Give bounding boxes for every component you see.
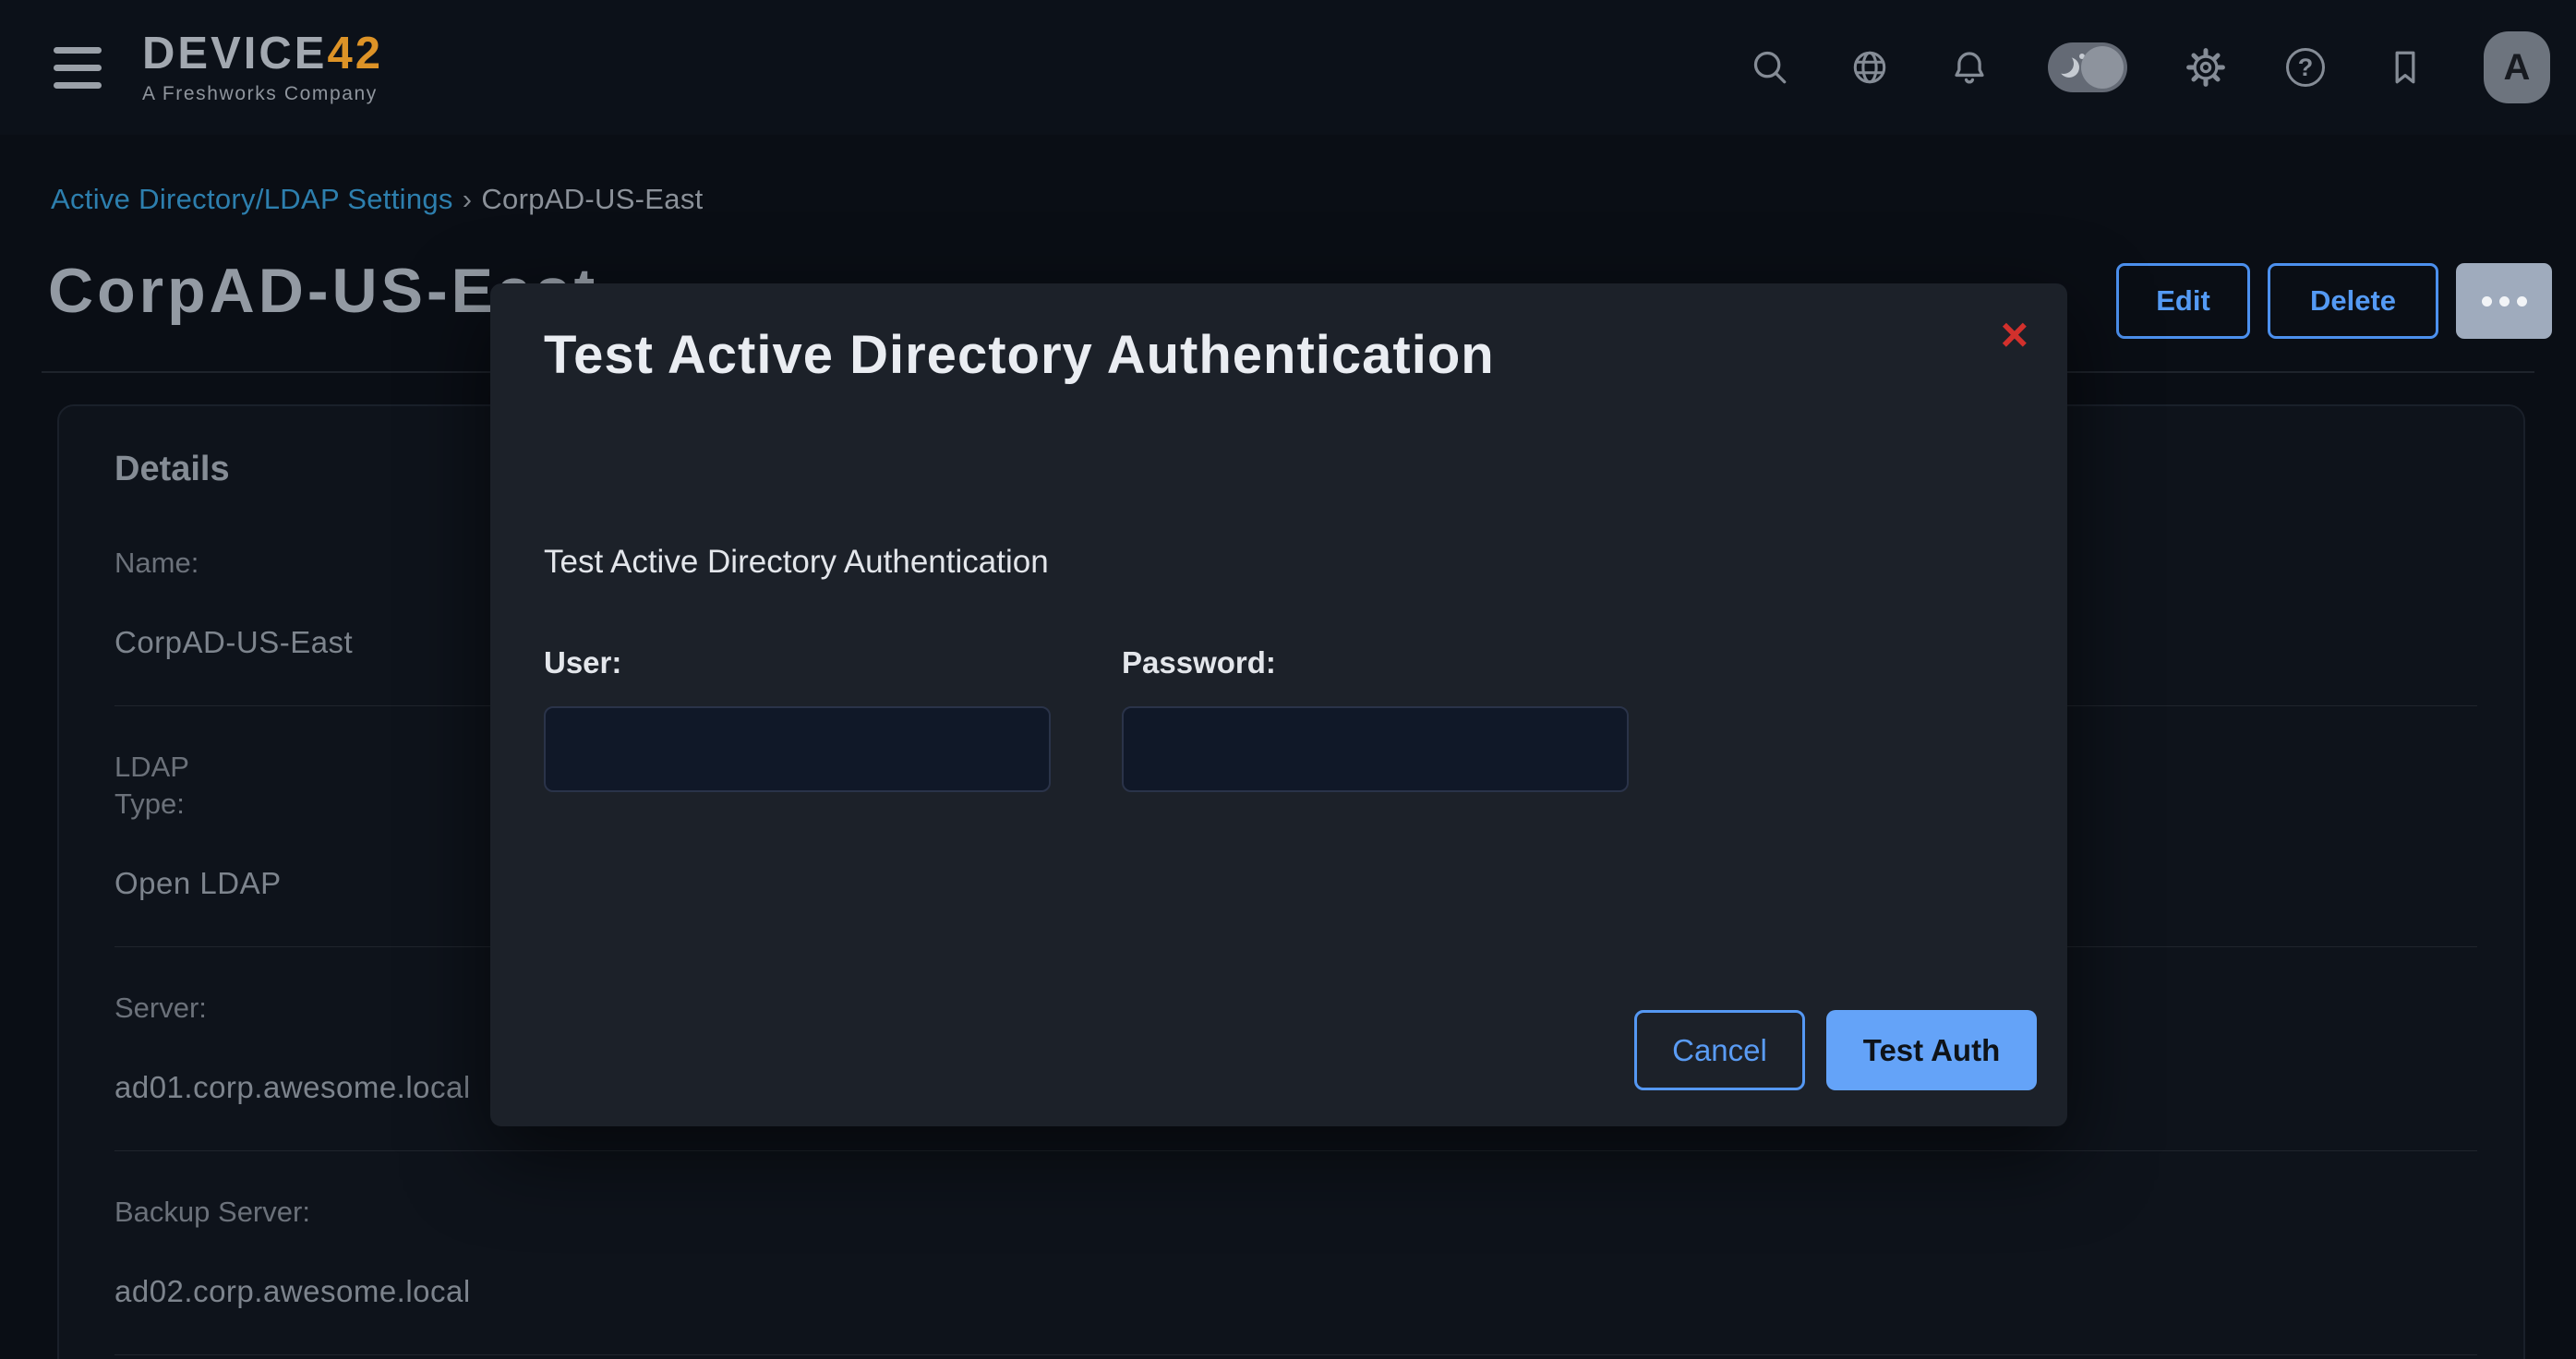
- theme-toggle[interactable]: [2048, 42, 2127, 92]
- user-label: User:: [544, 645, 621, 680]
- logo[interactable]: DEVICE42 A Freshworks Company: [142, 30, 383, 105]
- breadcrumb-current: CorpAD-US-East: [481, 183, 703, 215]
- delete-button[interactable]: Delete: [2268, 263, 2438, 339]
- password-input[interactable]: [1122, 706, 1629, 792]
- breadcrumb-link-ldap-settings[interactable]: Active Directory/LDAP Settings: [51, 183, 453, 215]
- help-glyph: ?: [2286, 48, 2325, 87]
- password-label: Password:: [1122, 645, 1276, 680]
- language-globe-icon[interactable]: [1848, 46, 1891, 89]
- test-auth-button[interactable]: Test Auth: [1826, 1010, 2037, 1090]
- field-value: ad02.corp.awesome.local: [114, 1273, 2477, 1310]
- field-divider: [114, 1354, 2477, 1355]
- brand-accent: 42: [327, 29, 383, 78]
- field-label: Backup Server:: [114, 1194, 2477, 1231]
- notifications-bell-icon[interactable]: [1948, 46, 1991, 89]
- breadcrumb: Active Directory/LDAP Settings ›CorpAD-US…: [51, 183, 704, 216]
- avatar[interactable]: A: [2484, 31, 2550, 103]
- topbar-actions: ? A: [1749, 31, 2550, 103]
- breadcrumb-separator: ›: [463, 183, 473, 215]
- topbar: DEVICE42 A Freshworks Company: [0, 0, 2576, 135]
- cancel-button[interactable]: Cancel: [1634, 1010, 1805, 1090]
- test-auth-modal: Test Active Directory Authentication × T…: [490, 283, 2067, 1126]
- details-field: Backup Server: ad02.corp.awesome.local: [114, 1194, 2477, 1355]
- user-input[interactable]: [544, 706, 1051, 792]
- more-options-button[interactable]: [2456, 263, 2552, 339]
- search-icon[interactable]: [1749, 46, 1791, 89]
- close-icon[interactable]: ×: [2001, 311, 2028, 359]
- toggle-knob: [2081, 46, 2124, 89]
- bookmark-icon[interactable]: [2384, 46, 2426, 89]
- brand-text: DEVICE42: [142, 30, 383, 78]
- settings-gear-icon[interactable]: [2185, 46, 2227, 89]
- ellipsis-icon: [2482, 296, 2492, 307]
- brand-tagline: A Freshworks Company: [142, 83, 383, 105]
- modal-title: Test Active Directory Authentication: [544, 324, 1495, 386]
- help-icon[interactable]: ?: [2284, 46, 2327, 89]
- page-actions: Edit Delete: [2116, 263, 2552, 339]
- edit-button[interactable]: Edit: [2116, 263, 2250, 339]
- menu-icon[interactable]: [54, 47, 105, 89]
- moon-icon: [2059, 57, 2079, 78]
- modal-subtitle: Test Active Directory Authentication: [544, 544, 1049, 581]
- field-label: LDAP Type:: [114, 749, 216, 823]
- field-divider: [114, 1150, 2477, 1151]
